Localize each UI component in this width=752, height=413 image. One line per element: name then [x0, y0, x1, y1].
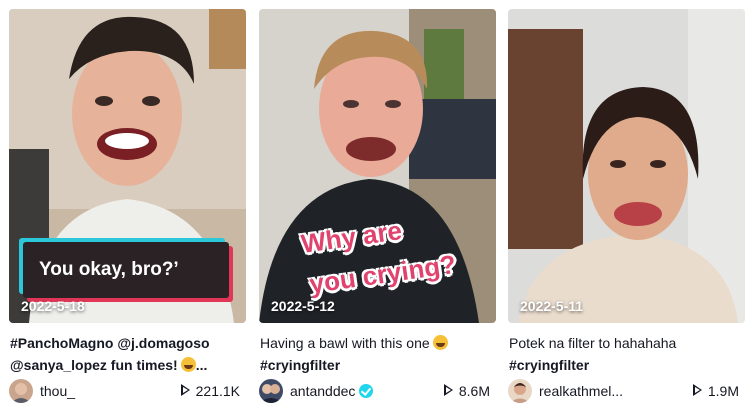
caption-line: Potek na filter to hahahaha — [509, 332, 745, 354]
caption-hashtag[interactable]: #cryingfilter — [509, 357, 589, 373]
username[interactable]: antanddec — [290, 383, 374, 399]
joy-emoji-icon — [432, 335, 448, 350]
caption-line: Having a bawl with this one — [260, 332, 496, 354]
caption-tags[interactable]: #PanchoMagno @j.domagoso — [10, 335, 210, 351]
video-meta: thou_ 221.1K — [9, 379, 246, 403]
username[interactable]: realkathmel... — [539, 383, 623, 399]
caption-mention[interactable]: @sanya_lopez fun times! — [10, 357, 178, 373]
caption-hashtag[interactable]: #cryingfilter — [260, 357, 340, 373]
video-date: 2022-5-11 — [520, 298, 584, 314]
video-meta: antanddec 8.6M — [259, 379, 496, 403]
video-caption[interactable]: Having a bawl with this one #cryingfilte… — [260, 332, 496, 376]
video-date: 2022-5-12 — [271, 298, 335, 314]
view-count: 221.1K — [180, 383, 240, 399]
play-icon — [443, 384, 453, 396]
video-card-1[interactable]: You okay, bro?’ 2022-5-18 #PanchoMagno @… — [9, 9, 246, 409]
caption-line: #cryingfilter — [260, 354, 496, 376]
caption-text: Potek na filter to hahahaha — [509, 335, 677, 351]
view-count-value: 8.6M — [458, 383, 490, 399]
video-caption[interactable]: Potek na filter to hahahaha #cryingfilte… — [509, 332, 745, 376]
video-grid: You okay, bro?’ 2022-5-18 #PanchoMagno @… — [9, 9, 745, 409]
video-card-2[interactable]: Why are you crying? 2022-5-12 Having a b… — [259, 9, 496, 409]
view-count-value: 1.9M — [707, 383, 739, 399]
play-icon — [692, 384, 702, 396]
avatar[interactable] — [259, 379, 283, 403]
video-caption[interactable]: #PanchoMagno @j.domagoso @sanya_lopez fu… — [10, 332, 246, 376]
thumbnail-image-3 — [508, 9, 745, 323]
video-card-3[interactable]: 2022-5-11 Potek na filter to hahahaha #c… — [508, 9, 745, 409]
rofl-emoji-icon — [180, 357, 196, 372]
view-count: 8.6M — [443, 383, 490, 399]
username-text[interactable]: antanddec — [290, 383, 355, 399]
username[interactable]: thou_ — [40, 383, 75, 399]
overlay-caption-box: You okay, bro?’ — [23, 242, 229, 298]
play-icon — [180, 384, 190, 396]
overlay-caption-text: You okay, bro?’ — [39, 259, 179, 280]
video-date: 2022-5-18 — [21, 298, 85, 314]
video-meta: realkathmel... 1.9M — [508, 379, 745, 403]
avatar[interactable] — [508, 379, 532, 403]
caption-line: #cryingfilter — [509, 354, 745, 376]
caption-ellipsis: ... — [195, 357, 208, 373]
video-thumbnail-1[interactable]: You okay, bro?’ 2022-5-18 — [9, 9, 246, 323]
view-count: 1.9M — [692, 383, 739, 399]
video-thumbnail-2[interactable]: Why are you crying? 2022-5-12 — [259, 9, 496, 323]
verified-badge-icon — [359, 384, 374, 398]
caption-line: @sanya_lopez fun times!... — [10, 354, 246, 376]
avatar[interactable] — [9, 379, 33, 403]
caption-line: #PanchoMagno @j.domagoso — [10, 332, 246, 354]
caption-text: Having a bawl with this one — [260, 335, 430, 351]
video-thumbnail-3[interactable]: 2022-5-11 — [508, 9, 745, 323]
view-count-value: 221.1K — [195, 383, 240, 399]
